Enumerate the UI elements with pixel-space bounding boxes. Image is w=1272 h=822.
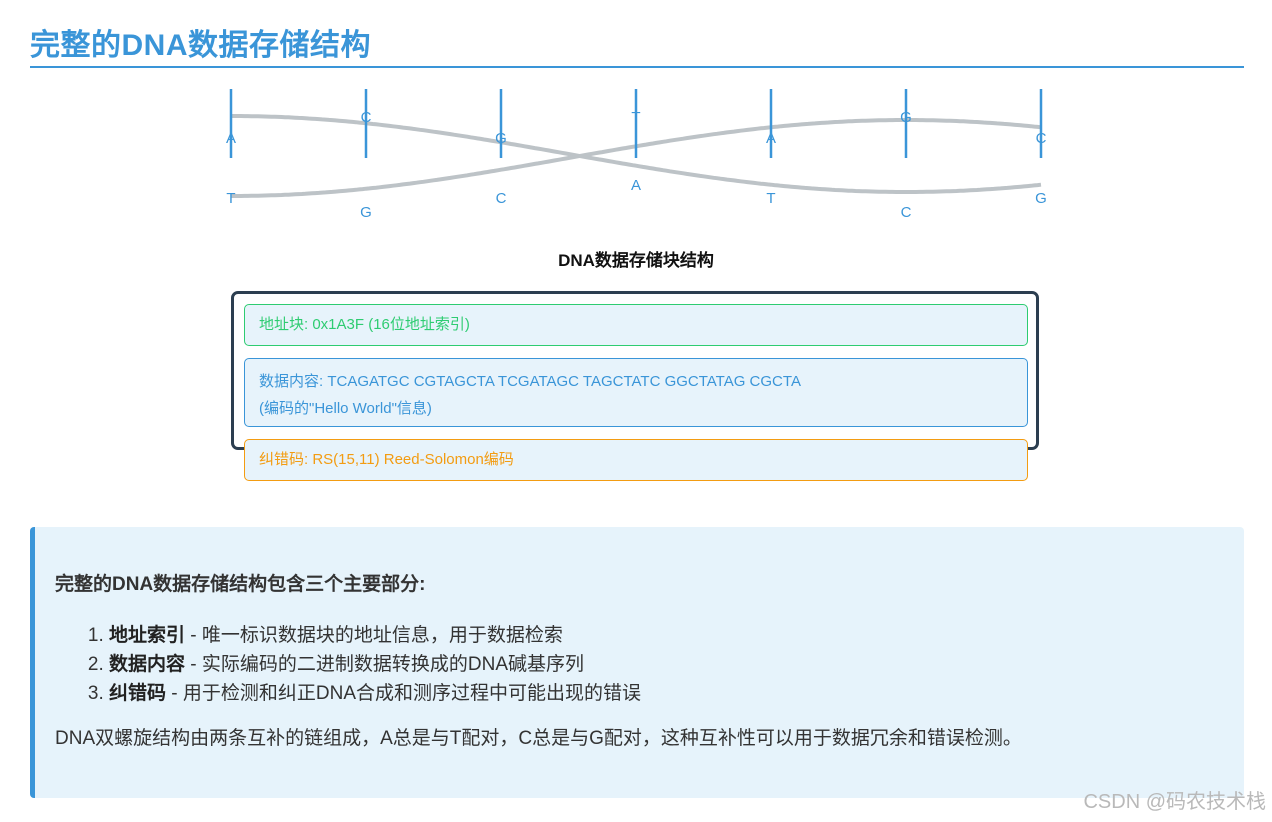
ecc-segment: 纠错码: RS(15,11) Reed-Solomon编码 — [244, 439, 1028, 481]
list-item: 数据内容 - 实际编码的二进制数据转换成的DNA碱基序列 — [109, 650, 1244, 679]
base-label-bottom: T — [766, 190, 775, 207]
list-item-term: 纠错码 — [109, 683, 167, 704]
data-segment: 数据内容: TCAGATGC CGTAGCTA TCGATAGC TAGCTAT… — [244, 358, 1028, 427]
base-label-top: C — [1036, 130, 1047, 147]
data-segment-line1: 数据内容: TCAGATGC CGTAGCTA TCGATAGC TAGCTAT… — [259, 373, 801, 390]
list-item-desc: - 唯一标识数据块的地址信息，用于数据检索 — [185, 625, 563, 646]
page-title: 完整的DNA数据存储结构 — [30, 29, 371, 62]
data-segment-line2: (编码的"Hello World"信息) — [259, 400, 432, 417]
base-label-top: A — [766, 130, 776, 147]
base-label-top: A — [226, 130, 236, 147]
dna-helix-diagram: A T C G G C T A A T G C C G — [226, 89, 1047, 221]
base-label-bottom: G — [360, 204, 372, 221]
base-label-bottom: T — [226, 190, 235, 207]
list-item-desc: - 实际编码的二进制数据转换成的DNA碱基序列 — [185, 654, 585, 675]
address-segment: 地址块: 0x1A3F (16位地址索引) — [244, 304, 1028, 346]
info-panel: 完整的DNA数据存储结构包含三个主要部分: 地址索引 - 唯一标识数据块的地址信… — [30, 527, 1244, 798]
info-note: DNA双螺旋结构由两条互补的链组成，A总是与T配对，C总是与G配对，这种互补性可… — [55, 728, 1022, 749]
info-list: 地址索引 - 唯一标识数据块的地址信息，用于数据检索 数据内容 - 实际编码的二… — [55, 621, 1244, 708]
info-heading: 完整的DNA数据存储结构包含三个主要部分: — [55, 574, 426, 595]
base-label-top: T — [631, 109, 640, 126]
list-item-term: 数据内容 — [109, 654, 186, 675]
base-label-top: G — [900, 109, 912, 126]
base-label-top: G — [495, 130, 507, 147]
watermark: CSDN @码农技术栈 — [1083, 791, 1266, 813]
base-label-bottom: C — [901, 204, 912, 221]
base-label-top: C — [361, 109, 372, 126]
list-item-desc: - 用于检测和纠正DNA合成和测序过程中可能出现的错误 — [166, 683, 642, 704]
base-label-bottom: C — [496, 190, 507, 207]
base-label-bottom: G — [1035, 190, 1047, 207]
block-title: DNA数据存储块结构 — [558, 251, 714, 270]
list-item: 纠错码 - 用于检测和纠正DNA合成和测序过程中可能出现的错误 — [109, 679, 1244, 708]
title-divider — [30, 66, 1244, 68]
list-item-term: 地址索引 — [109, 625, 186, 646]
list-item: 地址索引 - 唯一标识数据块的地址信息，用于数据检索 — [109, 621, 1244, 650]
base-label-bottom: A — [631, 177, 641, 194]
